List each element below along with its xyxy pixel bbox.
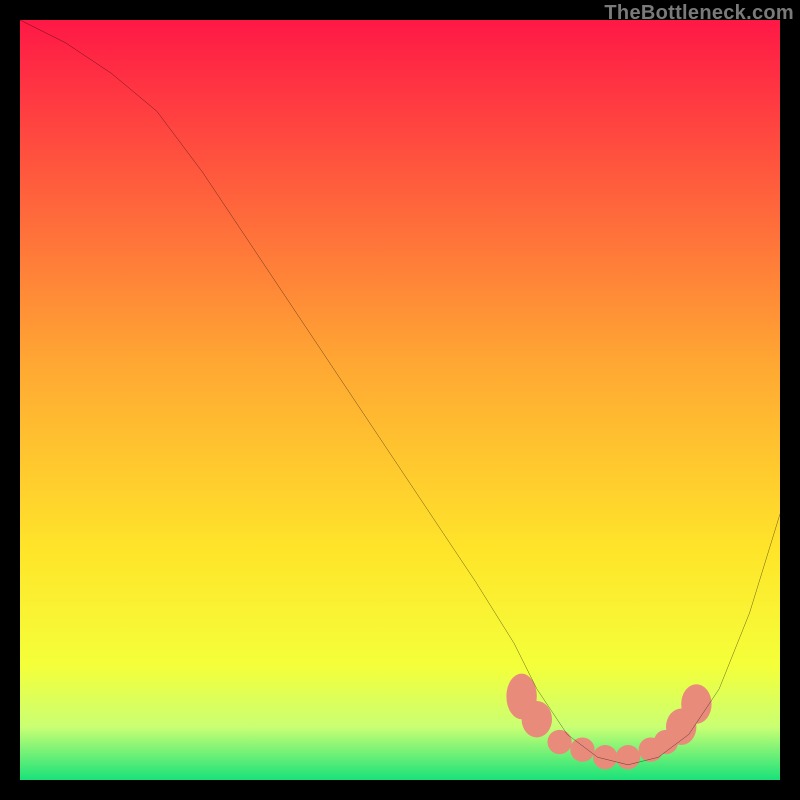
curve-marker [522, 701, 552, 737]
curve-marker [570, 737, 594, 761]
curve-marker [547, 730, 571, 754]
curve-marker [681, 684, 711, 724]
chart-frame: TheBottleneck.com [0, 0, 800, 800]
curve-marker [616, 745, 640, 769]
chart-background [20, 20, 780, 780]
bottleneck-chart [20, 20, 780, 780]
curve-marker [593, 745, 617, 769]
